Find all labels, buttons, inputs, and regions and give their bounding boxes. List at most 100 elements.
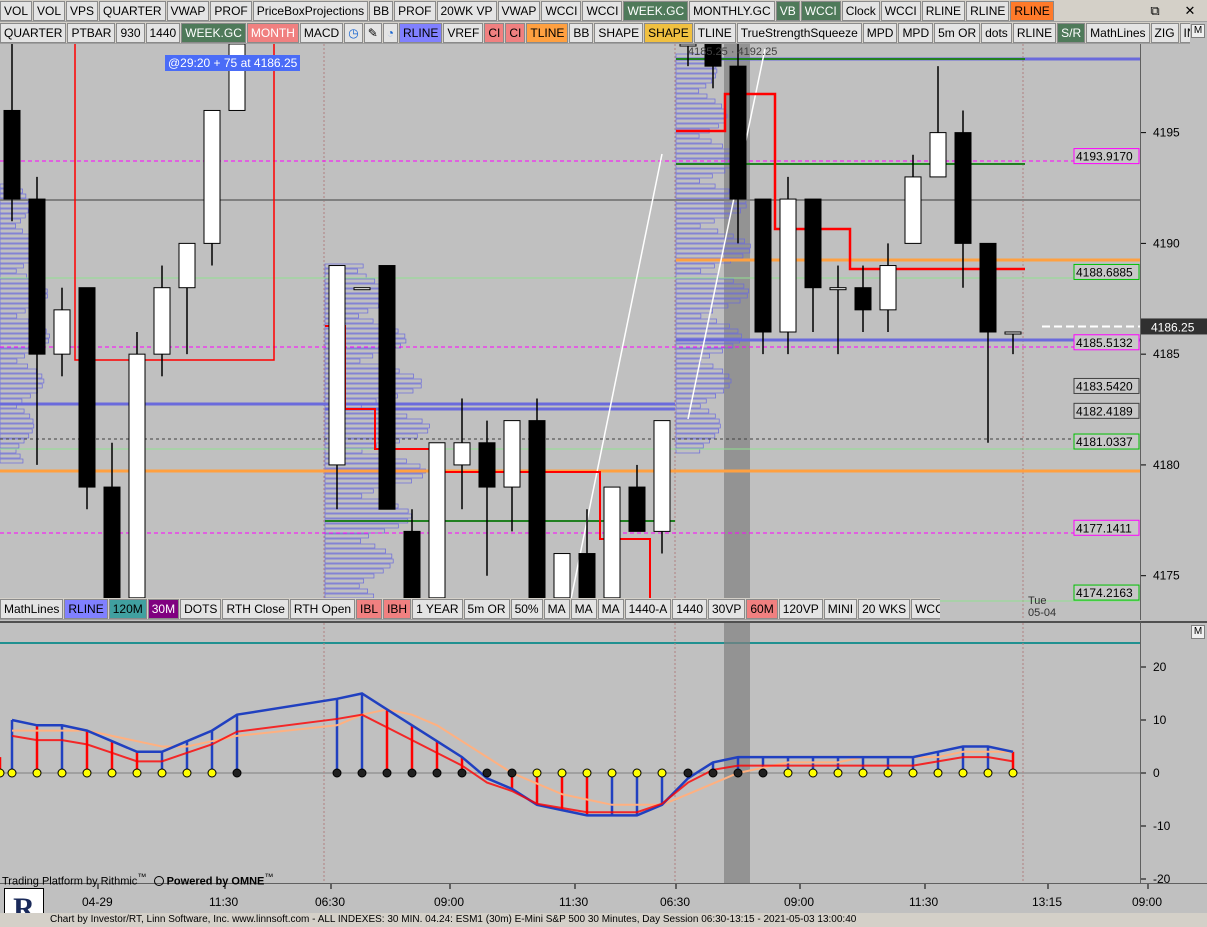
- volume-profile-left: [0, 438, 25, 444]
- toolbar-button-vref[interactable]: VREF: [443, 22, 484, 43]
- squeeze-dot: [507, 768, 517, 778]
- price-chart-pane[interactable]: 4193.9170 4188.6885 4185.5132 4183.5420 4182…: [0, 44, 1140, 620]
- toolbar-button-wcci[interactable]: WCCI: [880, 0, 921, 21]
- toolbar-button-60m[interactable]: 60M: [746, 598, 778, 619]
- price-level-label: 4181.0337: [1076, 435, 1133, 449]
- candle-body: [979, 242, 997, 333]
- toolbar-button-vol[interactable]: VOL: [33, 0, 66, 21]
- toolbar-button-30m[interactable]: 30M: [147, 598, 180, 619]
- squeeze-dot: [808, 768, 818, 778]
- toolbar-button-tline[interactable]: TLINE: [526, 22, 569, 43]
- chart-menu-button[interactable]: M: [1191, 24, 1205, 38]
- toolbar-button-1440[interactable]: 1440: [672, 598, 707, 619]
- toolbar-button-rline[interactable]: RLINE: [64, 598, 108, 619]
- toolbar-button-priceboxprojections[interactable]: PriceBoxProjections: [252, 0, 369, 21]
- volume-profile-mid: [324, 563, 391, 569]
- toolbar-button-wcci[interactable]: WCCI: [800, 0, 841, 21]
- toolbar-button-shape[interactable]: SHAPE: [594, 22, 644, 43]
- toolbar-button-1440-a[interactable]: 1440-A: [624, 598, 672, 619]
- toolbar-button-zig[interactable]: ZIG: [1150, 22, 1179, 43]
- toolbar-button-ibh[interactable]: IBH: [383, 598, 412, 619]
- toolbar-button-ptbar[interactable]: PTBAR: [67, 22, 116, 43]
- toolbar-button-bb[interactable]: BB: [569, 22, 594, 43]
- squeeze-dot: [532, 768, 542, 778]
- toolbar-button-rline[interactable]: RLINE: [966, 0, 1010, 21]
- toolbar-button-rline[interactable]: RLINE: [1010, 0, 1054, 21]
- toolbar-button-mini[interactable]: MINI: [823, 598, 858, 619]
- toolbar-button-rline[interactable]: RLINE: [921, 0, 966, 21]
- toolbar-button-mathlines[interactable]: MathLines: [1086, 22, 1150, 43]
- toolbar-button-s-r[interactable]: S/R: [1057, 22, 1086, 43]
- toolbar-button-month[interactable]: MONTH: [246, 22, 299, 43]
- toolbar-button-quarter[interactable]: QUARTER: [99, 0, 166, 21]
- toolbar-button-ma[interactable]: MA: [570, 598, 597, 619]
- toolbar-button-ibl[interactable]: IBL: [356, 598, 383, 619]
- toolbar-button-120vp[interactable]: 120VP: [778, 598, 823, 619]
- volume-profile-left: [0, 408, 25, 414]
- toolbar-button-ma[interactable]: MA: [597, 598, 624, 619]
- toolbar-button-mpd[interactable]: MPD: [898, 22, 934, 43]
- toolbar-button-truestrengthsqueeze[interactable]: TrueStrengthSqueeze: [736, 22, 862, 43]
- toolbar-button-20wk-vp[interactable]: 20WK VP: [436, 0, 497, 21]
- toolbar-button-ci[interactable]: CI: [484, 22, 505, 43]
- volume-profile-right: [675, 218, 715, 224]
- toolbar-button-monthly-gc[interactable]: MONTHLY.GC: [689, 0, 775, 21]
- toolbar-button-rth-open[interactable]: RTH Open: [289, 598, 356, 619]
- pencil-icon[interactable]: ✎: [363, 22, 382, 43]
- toolbar-button-20-wks[interactable]: 20 WKS: [858, 598, 911, 619]
- toolbar-button-prof[interactable]: PROF: [394, 0, 436, 21]
- toolbar-button-5m-or[interactable]: 5m OR: [463, 598, 510, 619]
- toolbar-button-clock[interactable]: Clock: [841, 0, 880, 21]
- toolbar-button-shape[interactable]: SHAPE: [644, 22, 693, 43]
- toolbar-button-50-[interactable]: 50%: [510, 598, 543, 619]
- indicator-menu-button[interactable]: M: [1191, 625, 1205, 639]
- toolbar-button-macd[interactable]: MACD: [299, 22, 344, 43]
- price-level-badge: 4181.0337: [1073, 433, 1140, 450]
- toolbar-button-wcci[interactable]: WCCI: [582, 0, 623, 21]
- toolbar-button-wcci[interactable]: WCCI: [541, 0, 582, 21]
- volume-profile-right: [675, 133, 700, 139]
- toolbar-button-quarter[interactable]: QUARTER: [0, 22, 67, 43]
- toolbar-button-prof[interactable]: PROF: [210, 0, 252, 21]
- timer-icon[interactable]: ◔: [382, 22, 399, 43]
- toolbar-button-mpd[interactable]: MPD: [862, 22, 898, 43]
- toolbar-button-120m[interactable]: 120M: [108, 598, 147, 619]
- toolbar-button-vol[interactable]: VOL: [0, 0, 33, 21]
- toolbar-button-vwap[interactable]: VWAP: [497, 0, 541, 21]
- toolbar-button-vwap[interactable]: VWAP: [166, 0, 210, 21]
- toolbar-button-5m-or[interactable]: 5m OR: [934, 22, 981, 43]
- toolbar-button-wcci-1[interactable]: WCCI.1: [911, 598, 940, 619]
- toolbar-button-info[interactable]: INFO: [1179, 22, 1190, 43]
- candle-body: [954, 132, 972, 244]
- restore-window-button[interactable]: ⧉: [1145, 1, 1165, 21]
- macd-indicator-pane[interactable]: [0, 621, 1140, 883]
- toolbar-button-week-gc[interactable]: WEEK.GC: [181, 22, 246, 43]
- price-axis[interactable]: 4195 4190 4185 4180 4175 4186.25: [1140, 44, 1207, 620]
- toolbar-button-tline[interactable]: TLINE: [693, 22, 736, 43]
- toolbar-button-vb[interactable]: VB: [775, 0, 800, 21]
- toolbar-button-bb[interactable]: BB: [369, 0, 394, 21]
- toolbar-button-1-year[interactable]: 1 YEAR: [412, 598, 463, 619]
- squeeze-dot: [232, 768, 242, 778]
- toolbar-button-mathlines[interactable]: MathLines: [0, 598, 64, 619]
- toolbar-button-930[interactable]: 930: [116, 22, 145, 43]
- candle: [1004, 331, 1022, 355]
- volume-profile-right: [675, 78, 713, 84]
- toolbar-button-1440[interactable]: 1440: [145, 22, 181, 43]
- candle: [378, 265, 396, 510]
- volume-profile-right: [675, 378, 732, 384]
- toolbar-button-vps[interactable]: VPS: [66, 0, 99, 21]
- squeeze-dot: [733, 768, 743, 778]
- toolbar-button-rline[interactable]: RLINE: [1012, 22, 1057, 43]
- candle-body: [153, 287, 171, 355]
- toolbar-button-dots[interactable]: DOTS: [180, 598, 222, 619]
- toolbar-button-ci[interactable]: CI: [505, 22, 526, 43]
- toolbar-button-dots[interactable]: dots: [981, 22, 1012, 43]
- clock-icon[interactable]: ◷: [344, 22, 363, 43]
- close-window-button[interactable]: ✕: [1180, 1, 1200, 21]
- toolbar-button-30vp[interactable]: 30VP: [708, 598, 746, 619]
- toolbar-button-week-gc[interactable]: WEEK.GC: [623, 0, 689, 21]
- toolbar-button-rth-close[interactable]: RTH Close: [222, 598, 289, 619]
- toolbar-button-rline[interactable]: RLINE: [399, 22, 443, 43]
- toolbar-button-ma[interactable]: MA: [543, 598, 570, 619]
